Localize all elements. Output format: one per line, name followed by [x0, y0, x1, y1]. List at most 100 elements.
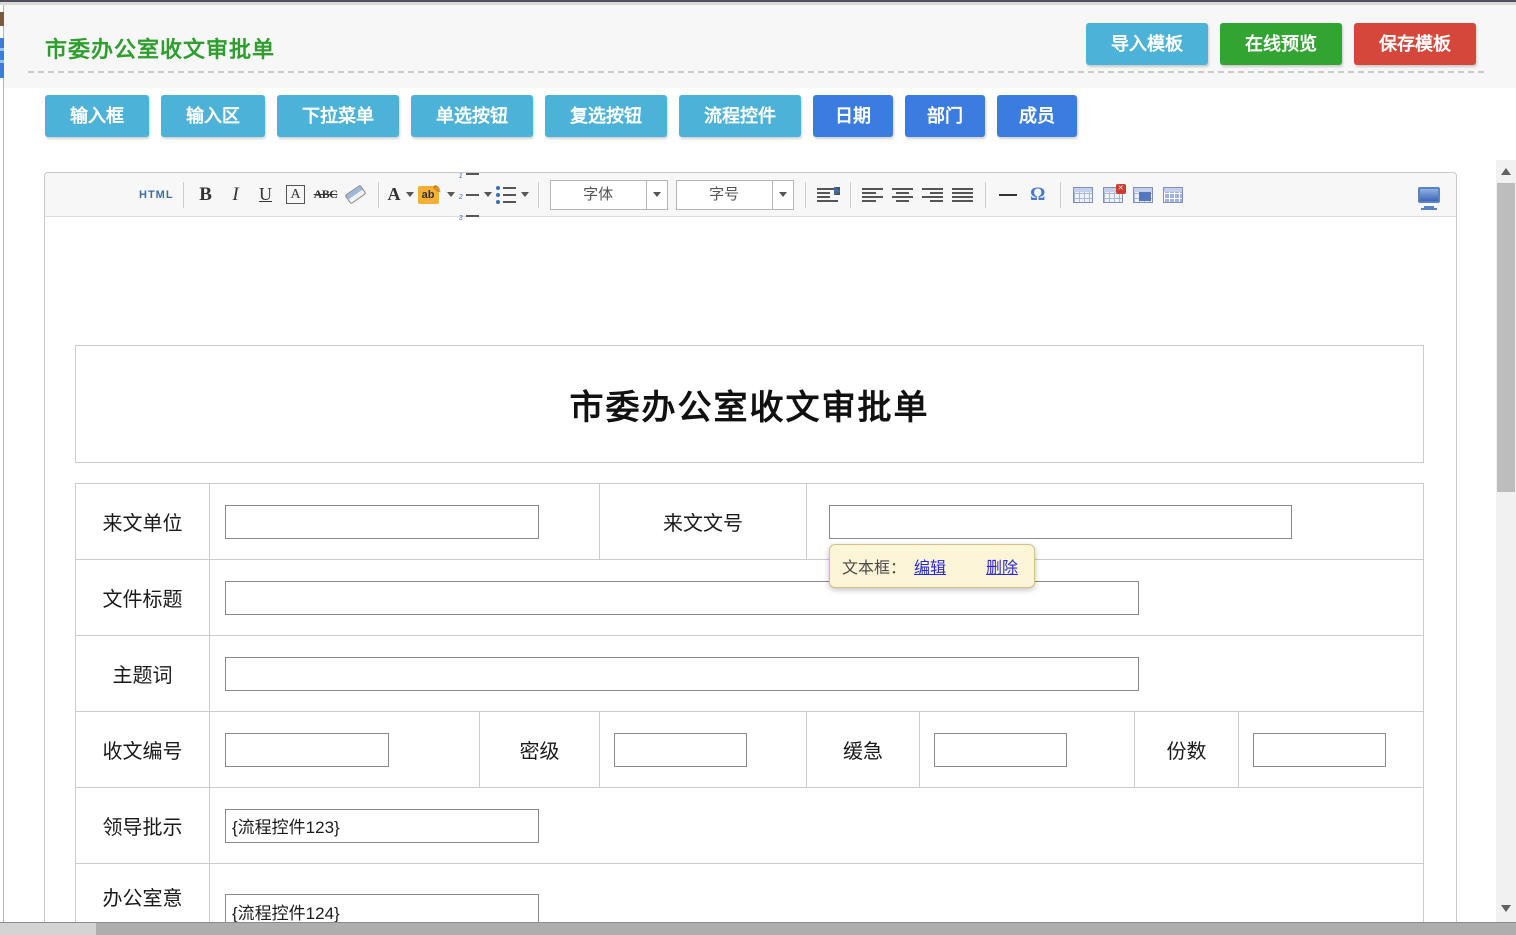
align-center-icon [892, 188, 913, 202]
source-code-button[interactable]: HTML [139, 179, 174, 211]
receipt-number-input[interactable] [225, 733, 389, 767]
import-template-button[interactable]: 导入模板 [1086, 23, 1208, 65]
bold-button[interactable]: B [193, 179, 219, 211]
incoming-unit-input[interactable] [225, 505, 539, 539]
add-department-button[interactable]: 部门 [905, 95, 985, 137]
scrollbar-thumb[interactable] [1497, 183, 1515, 492]
file-title-cell [209, 560, 1423, 635]
document-title: 市委办公室收文审批单 [570, 380, 930, 429]
eraser-icon [345, 185, 367, 205]
select-arrow-button[interactable] [646, 181, 667, 209]
copies-label: 份数 [1134, 712, 1238, 787]
align-center-button[interactable] [890, 179, 916, 211]
boxed-a-icon: A [286, 185, 304, 204]
highlight-color-button[interactable]: ab ✎ [418, 179, 455, 211]
italic-button[interactable]: I [223, 179, 249, 211]
special-char-button[interactable]: Ω [1025, 179, 1051, 211]
scroll-down-arrow-icon[interactable] [1501, 905, 1511, 912]
table-row: 文件标题 [76, 559, 1423, 635]
chevron-down-icon [447, 192, 455, 197]
table-grid-icon [1163, 187, 1183, 203]
horizontal-rule-button[interactable] [995, 179, 1021, 211]
add-radio-button[interactable]: 单选按钮 [411, 95, 533, 137]
toolbar-separator [538, 182, 539, 208]
add-dropdown-button[interactable]: 下拉菜单 [277, 95, 399, 137]
copies-input[interactable] [1253, 733, 1386, 767]
subject-words-input[interactable] [225, 657, 1139, 691]
control-edit-tooltip: 文本框： 编辑 删除 [829, 544, 1035, 588]
online-preview-button[interactable]: 在线预览 [1220, 23, 1342, 65]
toolbar-separator [805, 182, 806, 208]
scroll-up-arrow-icon[interactable] [1501, 168, 1511, 175]
monitor-icon [1418, 187, 1440, 203]
unordered-list-button[interactable] [496, 179, 529, 211]
edit-control-link[interactable]: 编辑 [914, 554, 946, 578]
align-right-button[interactable] [920, 179, 946, 211]
font-style-button[interactable]: A [283, 179, 309, 211]
ordered-list-button[interactable] [459, 179, 492, 211]
delete-table-button[interactable] [1100, 179, 1126, 211]
remove-format-button[interactable] [343, 179, 369, 211]
strikethrough-button[interactable]: ABC [313, 179, 339, 211]
window-bottom-edge [0, 922, 1516, 935]
doc-number-input[interactable] [829, 505, 1292, 539]
insert-table-button[interactable] [1070, 179, 1096, 211]
align-left-icon [862, 188, 883, 202]
chevron-down-icon [484, 192, 492, 197]
table-row: 收文编号 密级 缓急 份数 [76, 711, 1423, 787]
align-left-button[interactable] [860, 179, 886, 211]
select-arrow-button[interactable] [772, 181, 793, 209]
ordered-list-icon [459, 165, 479, 225]
add-flow-control-button[interactable]: 流程控件 [679, 95, 801, 137]
cell-properties-button[interactable] [1130, 179, 1156, 211]
unordered-list-icon [496, 186, 516, 204]
table-row: 来文单位 来文文号 [76, 484, 1423, 559]
leader-instructions-cell [209, 788, 1423, 863]
toolbar-separator [1060, 182, 1061, 208]
vertical-scrollbar[interactable] [1496, 160, 1516, 922]
secrecy-level-label: 密级 [479, 712, 599, 787]
delete-control-link[interactable]: 删除 [986, 554, 1018, 578]
horizontal-rule-icon [999, 194, 1017, 196]
leader-instructions-input[interactable] [225, 809, 539, 843]
subject-words-label: 主题词 [76, 636, 209, 711]
table-row: 主题词 [76, 635, 1423, 711]
font-size-select[interactable]: 字号 [676, 180, 794, 210]
page-title: 市委办公室收文审批单 [45, 32, 275, 64]
font-family-select[interactable]: 字体 [550, 180, 668, 210]
header-divider [28, 71, 1484, 73]
add-date-button[interactable]: 日期 [813, 95, 893, 137]
editor-toolbar: HTML B I U A ABC A ab ✎ [45, 173, 1456, 217]
table-cell-icon [1133, 187, 1153, 203]
add-checkbox-button[interactable]: 复选按钮 [545, 95, 667, 137]
font-color-button[interactable]: A [388, 179, 414, 211]
toolbar-separator [183, 182, 184, 208]
chevron-down-icon [653, 192, 661, 197]
digit-3 [459, 207, 463, 225]
tooltip-label: 文本框： [842, 554, 906, 578]
toolbar-separator [985, 182, 986, 208]
indent-button[interactable] [815, 179, 841, 211]
toolbar-separator [850, 182, 851, 208]
toolbar-separator [378, 182, 379, 208]
table-properties-button[interactable] [1160, 179, 1186, 211]
editor-document[interactable]: 市委办公室收文审批单 来文单位 来文文号 文件标题 [45, 217, 1456, 933]
font-color-a-icon: A [388, 184, 401, 205]
add-member-button[interactable]: 成员 [997, 95, 1077, 137]
justify-button[interactable] [950, 179, 976, 211]
component-toolbar: 输入框 输入区 下拉菜单 单选按钮 复选按钮 流程控件 日期 部门 成员 [45, 95, 1077, 137]
receipt-number-cell [209, 712, 479, 787]
table-delete-icon [1103, 187, 1123, 203]
digit-2 [459, 186, 463, 204]
save-template-button[interactable]: 保存模板 [1354, 23, 1476, 65]
leader-instructions-label: 领导批示 [76, 788, 209, 863]
add-input-area-button[interactable]: 输入区 [161, 95, 265, 137]
subject-words-cell [209, 636, 1423, 711]
window-left-edge [3, 5, 4, 922]
fullscreen-button[interactable] [1416, 179, 1442, 211]
urgency-cell [919, 712, 1134, 787]
add-input-box-button[interactable]: 输入框 [45, 95, 149, 137]
urgency-input[interactable] [934, 733, 1067, 767]
secrecy-level-input[interactable] [614, 733, 747, 767]
underline-button[interactable]: U [253, 179, 279, 211]
